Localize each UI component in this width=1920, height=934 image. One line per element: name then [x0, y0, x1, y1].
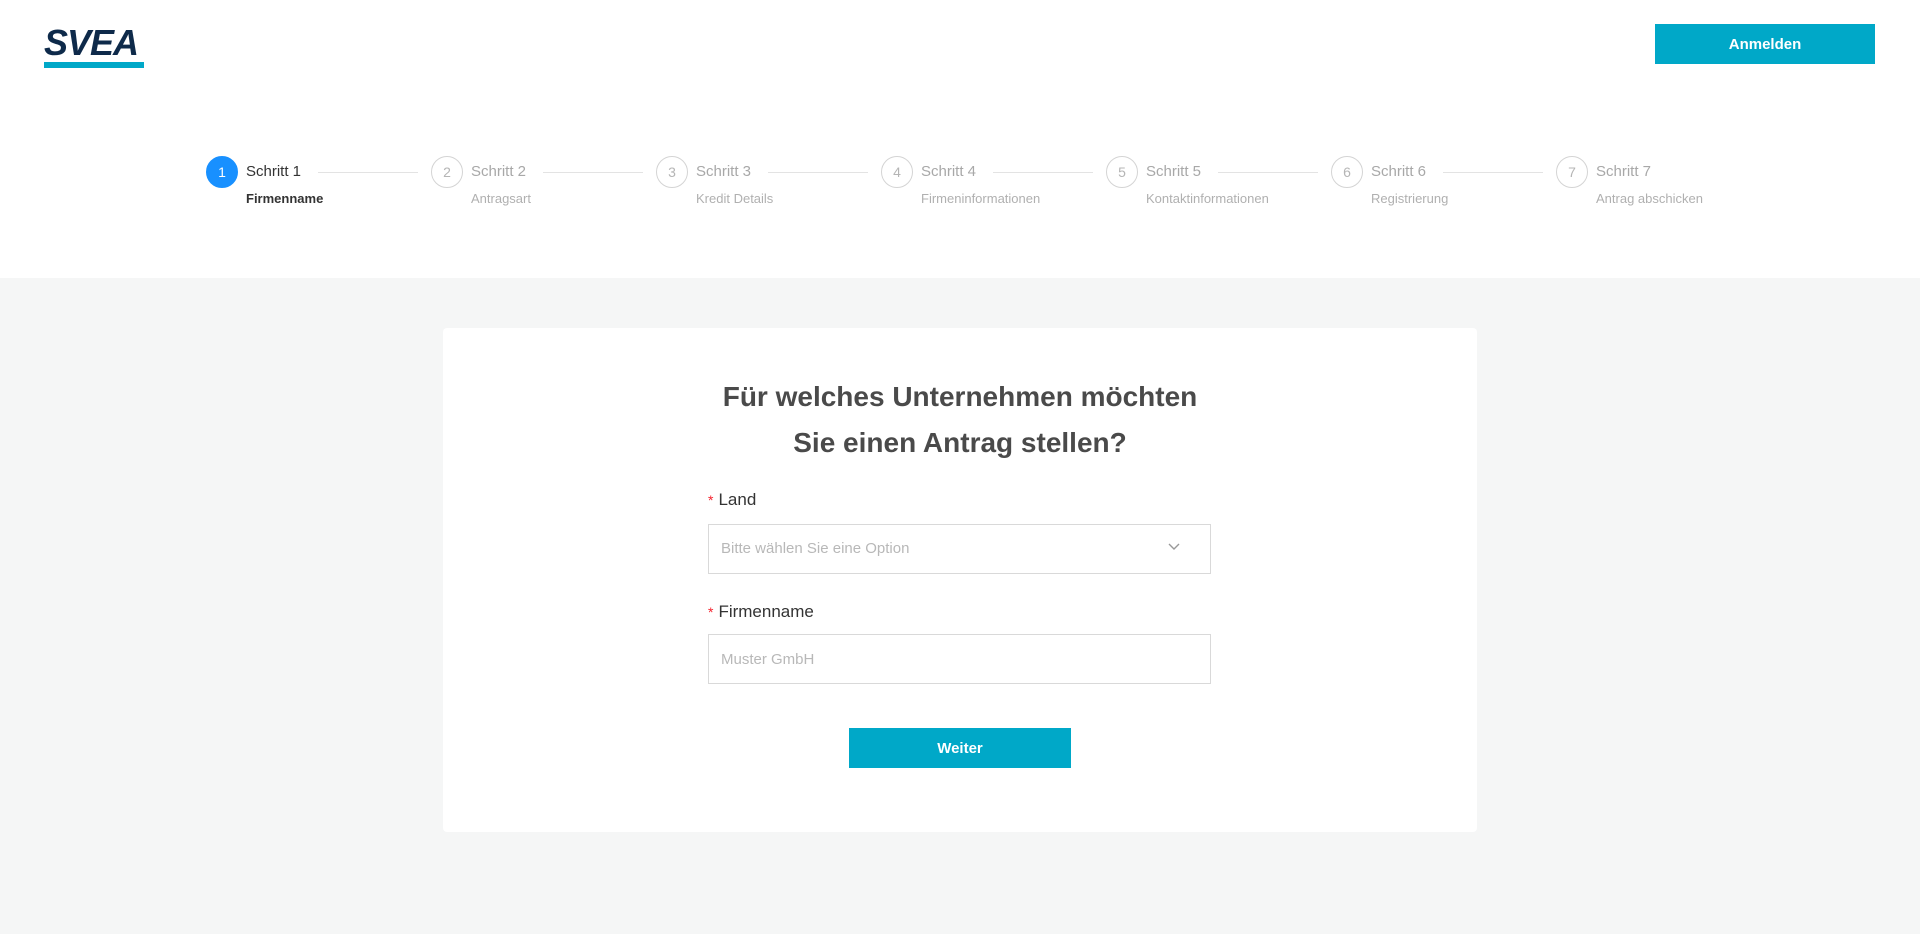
- step-description: Firmenname: [246, 191, 324, 206]
- step-description: Antragsart: [471, 191, 531, 206]
- step-connector: [993, 172, 1093, 173]
- step-title: Schritt 2: [471, 163, 527, 180]
- step-description: Firmeninformationen: [921, 191, 1041, 206]
- chevron-down-icon: [1168, 543, 1180, 550]
- step-title: Schritt 5: [1146, 163, 1202, 180]
- step-connector: [1218, 172, 1318, 173]
- step-connector: [1443, 172, 1543, 173]
- step-connector: [768, 172, 868, 173]
- step-connector: [318, 172, 418, 173]
- step-title: Schritt 6: [1371, 163, 1427, 180]
- step-number-circle: 3: [656, 156, 688, 188]
- country-select-placeholder: Bitte wählen Sie eine Option: [721, 540, 910, 557]
- required-marker: *: [708, 492, 714, 508]
- country-label: * Land: [708, 490, 756, 510]
- svea-logo[interactable]: SVEA: [44, 22, 146, 68]
- form-card: Für welches Unternehmen möchten Sie eine…: [443, 328, 1477, 832]
- step-connector: [543, 172, 643, 173]
- login-button[interactable]: Anmelden: [1655, 24, 1875, 64]
- form-heading-line-1: Für welches Unternehmen möchten: [722, 381, 1198, 412]
- company-label: * Firmenname: [708, 602, 814, 622]
- progress-steps: 1 Schritt 1 Firmenname 2 Schritt 2 Antra…: [0, 92, 1920, 278]
- required-marker: *: [708, 604, 714, 620]
- step-description: Antrag abschicken: [1596, 191, 1703, 206]
- next-button[interactable]: Weiter: [849, 728, 1071, 768]
- step-number-circle: 7: [1556, 156, 1588, 188]
- step-number-circle: 1: [206, 156, 238, 188]
- top-header: SVEA Anmelden: [0, 0, 1920, 92]
- form-heading: Für welches Unternehmen möchten Sie eine…: [443, 374, 1477, 466]
- logo-text: SVEA: [44, 22, 139, 63]
- step-number-circle: 2: [431, 156, 463, 188]
- step-title: Schritt 1: [246, 163, 302, 180]
- step-number-circle: 5: [1106, 156, 1138, 188]
- country-select[interactable]: Bitte wählen Sie eine Option: [708, 524, 1211, 574]
- step-description: Kontaktinformationen: [1146, 191, 1269, 206]
- step-title: Schritt 7: [1596, 163, 1652, 180]
- step-title: Schritt 4: [921, 163, 977, 180]
- step-title: Schritt 3: [696, 163, 752, 180]
- company-label-text: Firmenname: [718, 602, 814, 621]
- form-heading-line-2: Sie einen Antrag stellen?: [793, 427, 1127, 458]
- company-name-input[interactable]: [708, 634, 1211, 684]
- step-description: Registrierung: [1371, 191, 1449, 206]
- step-description: Kredit Details: [696, 191, 774, 206]
- logo-underline: [44, 62, 144, 68]
- country-label-text: Land: [718, 490, 757, 509]
- step-number-circle: 4: [881, 156, 913, 188]
- step-number-circle: 6: [1331, 156, 1363, 188]
